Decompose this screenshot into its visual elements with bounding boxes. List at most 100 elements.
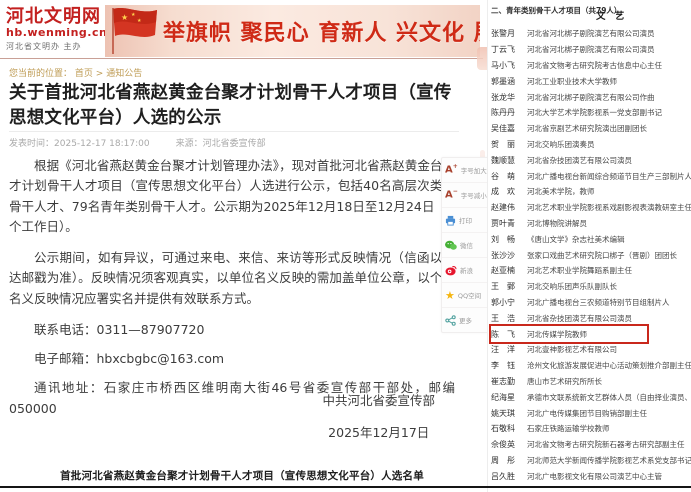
roster-row: 陈 飞 河北传媒学院教师: [491, 326, 647, 342]
page-title: 关于首批河北省燕赵黄金台聚才计划骨干人才项目（宣传思想文化平台）人选的公示: [9, 81, 467, 131]
person-position: 河北壹神影视艺术有限公司: [527, 344, 617, 355]
site-logo-title: 河北文明网: [6, 8, 105, 26]
person-name: 姚天琪: [491, 408, 527, 419]
person-position: 河北广播电视台新闻综合频道节目生产三部制片人: [527, 171, 691, 182]
svg-text:★: ★: [137, 18, 142, 24]
roster-row: 张警月 河北省河北梆子剧院演艺有限公司演员: [491, 26, 691, 42]
breadcrumb-separator: >: [96, 69, 104, 79]
person-name: 石敬科: [491, 423, 527, 434]
person-position: 河北美术学院，教师: [527, 186, 595, 197]
person-position: 河北交响乐团声乐队副队长: [527, 281, 617, 292]
red-flag-icon: ★ ★ ★: [107, 5, 167, 57]
share-more-button[interactable]: 更多: [442, 308, 488, 332]
contact-phone: 联系电话：0311—87907720: [9, 320, 455, 340]
person-name: 佘俊英: [491, 439, 527, 450]
person-position: 河北艺术职业学院影视系戏剧影视表演教研室主任: [527, 202, 691, 213]
person-position: 河北广播电视台三农频道特别节目组制片人: [527, 297, 670, 308]
roster-row: 李 钰 沧州文化旅游发展促进中心活动策划推介部副主任: [491, 358, 691, 374]
roster-row: 郭小宁 河北广播电视台三农频道特别节目组制片人: [491, 295, 691, 311]
article-meta: 发表时间：2025-12-17 18:17:00来源：河北省委宣传部: [9, 136, 266, 149]
person-position: 河北省河北梆子剧院演艺有限公司演员: [527, 44, 655, 55]
person-name: 陈 飞: [491, 329, 527, 340]
person-position: 河北交响乐团演奏员: [527, 139, 595, 150]
person-position: 河北大学艺术学院影视系一党支部副书记: [527, 107, 662, 118]
table-top-border: [0, 486, 691, 488]
person-name: 丁云飞: [491, 44, 527, 55]
person-name: 刘 畅: [491, 234, 527, 245]
person-name: 张警月: [491, 28, 527, 39]
header-divider: [0, 58, 483, 59]
person-name: 魏顺慧: [491, 155, 527, 166]
article-body: 根据《河北省燕赵黄金台聚才计划管理办法》，现对首批河北省燕赵黄金台聚才计划骨干人…: [9, 156, 455, 428]
roster-row: 石敬科 石家庄铁路运输学校教师: [491, 421, 691, 437]
roster-row: 姚天琪 河北广电传媒集团节目购销部副主任: [491, 405, 691, 421]
breadcrumb-label: 您当前的位置：: [9, 69, 72, 79]
person-position: 河北省杂技团演艺有限公司演员: [527, 313, 632, 324]
font-decrease-button[interactable]: A− 字号减小: [442, 183, 488, 208]
roster-row: 贾叶青 河北博物院讲解员: [491, 216, 691, 232]
breadcrumb: 您当前的位置： 首页 > 通知公告: [9, 66, 142, 79]
roster-panel: 二、青年类别骨干人才项目（共79人） 文 艺 张警月 河北省河北梆子剧院演艺有限…: [487, 0, 691, 492]
article-paragraph: 公示期间，如有异议，可通过来电、来信、来访等形式反映情况（信函以到达邮戳为准）。…: [9, 248, 455, 309]
roster-row: 周 彤 河北师范大学新闻传播学院影视艺术系党支部书记: [491, 453, 691, 469]
roster-row: 汪 洋 河北壹神影视艺术有限公司: [491, 342, 691, 358]
person-position: 承德市文联系统新文艺群体人员（自由择业演员、歌手）: [527, 392, 691, 403]
person-name: 郭小宁: [491, 297, 527, 308]
person-name: 陈丹丹: [491, 107, 527, 118]
person-position: 石家庄铁路运输学校教师: [527, 423, 610, 434]
breadcrumb-section-link[interactable]: 通知公告: [106, 69, 142, 79]
roster-row: 纪海星 承德市文联系统新文艺群体人员（自由择业演员、歌手）: [491, 389, 691, 405]
roster-row: 成 欢 河北美术学院，教师: [491, 184, 691, 200]
article-paragraph: 根据《河北省燕赵黄金台聚才计划管理办法》，现对首批河北省燕赵黄金台聚才计划骨干人…: [9, 156, 455, 237]
site-logo-domain: hb.wenming.cn: [6, 26, 105, 39]
breadcrumb-home-link[interactable]: 首页: [75, 69, 93, 79]
person-position: 河北师范大学新闻传播学院影视艺术系党支部书记: [527, 455, 691, 466]
person-position: 河北省京剧艺术研究院演出团副团长: [527, 123, 647, 134]
site-header: 河北文明网 hb.wenming.cn 河北省文明办 主办 ★ ★ ★ 举旗帜 …: [6, 5, 480, 57]
person-name: 谷 萌: [491, 171, 527, 182]
print-icon: [445, 215, 456, 226]
wechat-share-button[interactable]: 微信: [442, 233, 488, 258]
person-name: 赵亚楠: [491, 265, 527, 276]
person-position: 河北省文物考古研究院考古信息中心主任: [527, 60, 662, 71]
source-label: 来源：: [176, 139, 203, 149]
print-button[interactable]: 打印: [442, 208, 488, 233]
person-name: 贺 丽: [491, 139, 527, 150]
person-name: 张沙沙: [491, 250, 527, 261]
person-name: 赵建伟: [491, 202, 527, 213]
person-name: 郭墨涵: [491, 76, 527, 87]
weibo-share-button[interactable]: 新浪: [442, 258, 488, 283]
person-position: 唐山市艺术研究所所长: [527, 376, 602, 387]
person-position: 河北广电传媒集团节目购销部副主任: [527, 408, 647, 419]
roster-row: 魏顺慧 河北省杂技团演艺有限公司演员: [491, 152, 691, 168]
person-position: 河北省河北梆子剧院演艺有限公司演员: [527, 28, 655, 39]
person-position: 河北广电影视文化有限公司演艺中心主管: [527, 471, 662, 482]
roster-header: 二、青年类别骨干人才项目（共79人）: [491, 5, 691, 16]
source-value: 河北省委宣传部: [203, 139, 266, 149]
person-name: 马小飞: [491, 60, 527, 71]
person-position: 河北省河北梆子剧院演艺有限公司作曲: [527, 92, 655, 103]
roster-section-title: 二、青年类别骨干人才项目（共79人）: [491, 5, 691, 16]
roster-row: 张龙华 河北省河北梆子剧院演艺有限公司作曲: [491, 89, 691, 105]
article-page: 河北文明网 hb.wenming.cn 河北省文明办 主办 ★ ★ ★ 举旗帜 …: [0, 0, 483, 492]
font-increase-button[interactable]: A+ 字号加大: [442, 158, 488, 183]
roster-row: 崔志勤 唐山市艺术研究所所长: [491, 374, 691, 390]
banner-slogan-text: 举旗帜 聚民心 育新人 兴文化 展形象: [163, 15, 480, 47]
person-position: 《唐山文学》杂志社美术编辑: [527, 234, 625, 245]
roster-row: 贺 丽 河北交响乐团演奏员: [491, 137, 691, 153]
roster-row: 佘俊英 河北省文物考古研究院新石器考古研究部副主任: [491, 437, 691, 453]
person-position: 河北省杂技团演艺有限公司演员: [527, 155, 632, 166]
site-logo[interactable]: 河北文明网 hb.wenming.cn 河北省文明办 主办: [6, 5, 105, 57]
person-name: 周 彤: [491, 455, 527, 466]
person-position: 河北博物院讲解员: [527, 218, 587, 229]
person-name: 崔志勤: [491, 376, 527, 387]
roster-row: 马小飞 河北省文物考古研究院考古信息中心主任: [491, 58, 691, 74]
svg-text:★: ★: [121, 13, 128, 22]
person-name: 纪海星: [491, 392, 527, 403]
publish-time: 2025-12-17 18:17:00: [54, 139, 150, 149]
roster-category-label: 文 艺: [596, 8, 627, 22]
qzone-icon: ★: [445, 290, 455, 301]
roster-row: 王 鄄 河北交响乐团声乐队副队长: [491, 279, 691, 295]
share-more-icon: [445, 315, 456, 326]
qzone-share-button[interactable]: ★ QQ空间: [442, 283, 488, 308]
